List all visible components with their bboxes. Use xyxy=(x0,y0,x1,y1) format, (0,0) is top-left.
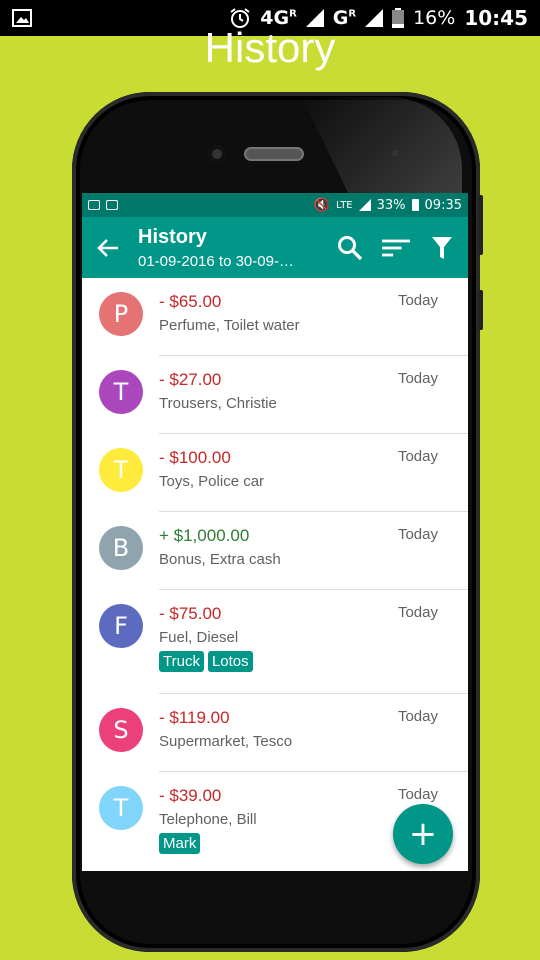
avatar: S xyxy=(99,708,143,752)
description: Supermarket, Tesco xyxy=(159,733,293,750)
notification-icon xyxy=(106,200,118,210)
avatar: B xyxy=(99,526,143,570)
list-item[interactable]: S - $119.00 Supermarket, Tesco Today xyxy=(82,694,468,772)
back-button[interactable] xyxy=(94,234,122,262)
app-status-bar: 🔇 LTE 33% 09:35 xyxy=(82,193,468,217)
search-button[interactable] xyxy=(336,234,364,262)
date: Today xyxy=(397,708,438,725)
phone-gloss xyxy=(302,97,462,197)
phone-screen: 🔇 LTE 33% 09:35 History 01-09-2016 to 30… xyxy=(82,193,468,871)
list-item[interactable]: T - $27.00 Trousers, Christie Today xyxy=(82,356,468,434)
avatar: F xyxy=(99,604,143,648)
filter-icon xyxy=(432,236,452,259)
list-item[interactable]: B + $1,000.00 Bonus, Extra cash Today xyxy=(82,512,468,590)
clock: 09:35 xyxy=(424,197,462,213)
date: Today xyxy=(397,786,438,803)
sort-button[interactable] xyxy=(382,234,410,262)
plus-icon: + xyxy=(408,814,438,854)
description: Perfume, Toilet water xyxy=(159,317,300,334)
description: Bonus, Extra cash xyxy=(159,551,281,568)
back-arrow-icon xyxy=(97,238,118,257)
tag-chip: Mark xyxy=(159,833,201,854)
avatar: T xyxy=(99,786,143,830)
tag-chip: Lotos xyxy=(207,651,253,672)
page-title: History xyxy=(138,225,207,248)
front-camera xyxy=(208,145,226,163)
date: Today xyxy=(397,526,438,543)
mute-icon: 🔇 xyxy=(313,197,330,213)
app-bar-titles: History 01-09-2016 to 30-09-… xyxy=(138,226,336,270)
side-button xyxy=(478,195,483,255)
list-item[interactable]: P - $65.00 Perfume, Toilet water Today xyxy=(82,278,468,356)
avatar: T xyxy=(99,370,143,414)
transaction-list: P - $65.00 Perfume, Toilet water Today T… xyxy=(82,278,468,871)
date: Today xyxy=(397,292,438,309)
add-transaction-button[interactable]: + xyxy=(393,804,453,864)
date-range: 01-09-2016 to 30-09-… xyxy=(138,252,294,270)
description: Fuel, Diesel xyxy=(159,629,239,646)
battery-icon xyxy=(411,199,419,211)
proximity-sensor xyxy=(392,150,399,157)
list-item[interactable]: T - $100.00 Toys, Police car Today xyxy=(82,434,468,512)
sort-icon xyxy=(382,239,410,256)
tag-chip: Truck xyxy=(159,651,204,672)
date: Today xyxy=(397,604,438,621)
side-button xyxy=(478,290,483,330)
app-bar: History 01-09-2016 to 30-09-… xyxy=(82,217,468,278)
avatar: P xyxy=(99,292,143,336)
lte-label: LTE xyxy=(336,199,353,211)
signal-icon xyxy=(358,199,371,211)
list-item[interactable]: F - $75.00 Fuel, Diesel Truck Lotos Toda… xyxy=(82,590,468,694)
battery-percent: 33% xyxy=(376,197,406,213)
search-icon xyxy=(338,235,363,260)
filter-button[interactable] xyxy=(428,234,456,262)
promo-title: History xyxy=(204,24,336,71)
notification-icon xyxy=(88,200,100,210)
avatar: T xyxy=(99,448,143,492)
description: Trousers, Christie xyxy=(159,395,277,412)
description: Toys, Police car xyxy=(159,473,265,490)
date: Today xyxy=(397,448,438,465)
date: Today xyxy=(397,370,438,387)
earpiece-speaker xyxy=(244,147,304,161)
